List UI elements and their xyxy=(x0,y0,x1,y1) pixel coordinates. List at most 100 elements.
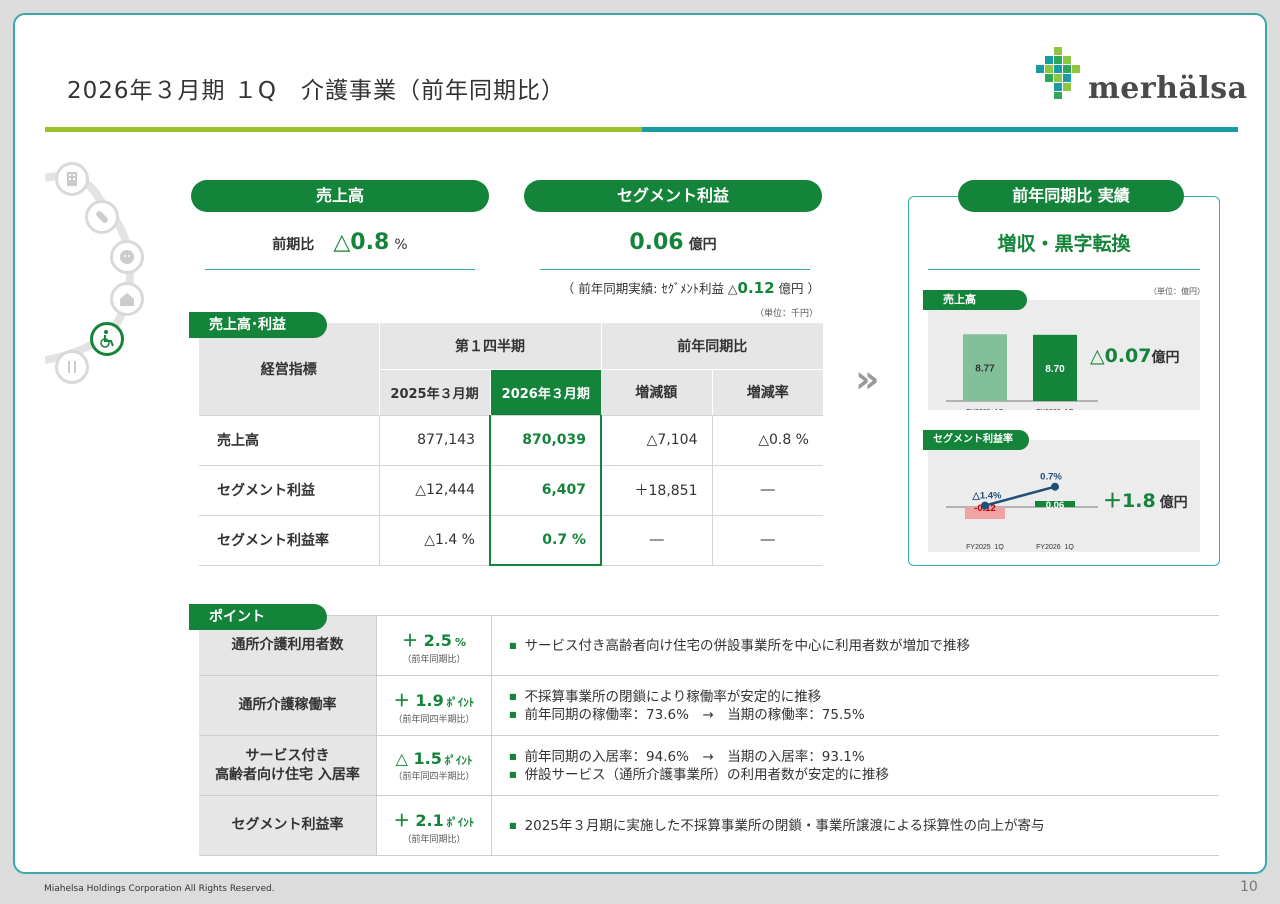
col-2025: 2025年３月期 xyxy=(379,369,491,416)
row-rate: ― xyxy=(711,465,823,516)
table-row: 売上高 877,143 870,039 △7,104 △0.8 % xyxy=(199,415,823,466)
points-tag: ポイント xyxy=(189,604,327,630)
segment-note-pre: （ 前年同期実績: ｾｸﾞﾒﾝﾄ利益 △ xyxy=(561,281,738,296)
results-header: 前年同期比 実績 xyxy=(958,180,1184,212)
chart-line-point xyxy=(1051,482,1059,491)
chart-line-label: △1.4% xyxy=(972,491,1003,502)
col-q1: 第１四半期 xyxy=(379,323,602,370)
col-yoy: 前年同期比 xyxy=(601,323,823,370)
point-texts: 前年同期の入居率：94.6% → 当期の入居率：93.1% 併設サービス（通所介… xyxy=(509,736,890,795)
logo-mark-icon xyxy=(1030,45,1086,101)
segment-note-value: 0.12 xyxy=(737,279,775,297)
results-unit-note: （単位：億円） xyxy=(1149,287,1205,296)
title-underline-teal xyxy=(642,127,1238,132)
row-curr: 6,407 xyxy=(489,465,602,516)
sales-unit: % xyxy=(394,237,408,253)
sales-header: 売上高 xyxy=(191,180,489,212)
table-tag: 売上高･利益 xyxy=(189,312,327,338)
chart-category-label: FY2025_1Q xyxy=(966,409,1004,410)
point-row: 通所介護稼働率 ＋ 1.9ﾎﾟｲﾝﾄ （前年同四半期比） 不採算事業所の閉鎖によ… xyxy=(199,676,1219,736)
results-divider xyxy=(928,269,1200,270)
point-label: サービス付き 高齢者向け住宅 入居率 xyxy=(199,736,377,795)
meal-icon xyxy=(55,350,89,384)
margin-chart: -0.12FY2025_1Q0.06FY2026_1Q△1.4%0.7% xyxy=(946,472,1098,550)
sales-delta-value: △0.07 xyxy=(1090,345,1152,367)
point-text: 2025年３月期に実施した不採算事業所の閉鎖・事業所譲渡による採算性の向上が寄与 xyxy=(509,817,1045,835)
row-diff: ― xyxy=(601,515,712,566)
row-prev: △12,444 xyxy=(378,465,490,516)
side-icon-column xyxy=(45,160,155,384)
point-sub: （前年同四半期比） xyxy=(393,714,475,725)
segment-header: セグメント利益 xyxy=(524,180,822,212)
sales-value: △0.8 xyxy=(333,230,390,255)
table-unit-note: （単位：千円） xyxy=(754,309,818,319)
sales-chart: 8.77 FY2025_1Q 8.70 FY2026_1Q xyxy=(946,334,1098,410)
segment-value: 0.06 xyxy=(629,230,684,255)
sales-delta: △0.07億円 xyxy=(1090,345,1180,367)
row-diff: △7,104 xyxy=(601,415,712,466)
col-2026: 2026年３月期 xyxy=(490,369,601,416)
col-rate: 増減率 xyxy=(712,369,823,416)
pill-icon xyxy=(85,200,119,234)
margin-delta-unit: 億円 xyxy=(1159,495,1188,511)
chart-line-label: 0.7% xyxy=(1040,472,1062,483)
sales-summary: 前期比 △0.8 % xyxy=(205,230,475,255)
point-unit: ﾎﾟｲﾝﾄ xyxy=(444,754,473,767)
chart-category-label: FY2026_1Q xyxy=(1036,409,1074,410)
row-curr: 870,039 xyxy=(489,415,602,466)
row-prev: △1.4 % xyxy=(378,515,490,566)
point-unit: ﾎﾟｲﾝﾄ xyxy=(446,695,475,709)
point-row: サービス付き 高齢者向け住宅 入居率 △ 1.5 ﾎﾟｲﾝﾄ （前年同四半期比） … xyxy=(199,736,1219,796)
sales-divider xyxy=(205,269,475,270)
point-text: 不採算事業所の閉鎖により稼働率が安定的に推移 xyxy=(509,688,865,706)
chart-category-label: FY2026_1Q xyxy=(1036,544,1074,550)
point-unit: % xyxy=(454,635,466,649)
chart-category-label: FY2025_1Q xyxy=(966,544,1004,550)
point-value: ＋ 2.5 xyxy=(402,630,452,650)
table-row: セグメント利益率 △1.4 % 0.7 % ― ― xyxy=(199,515,823,566)
chart-data-label: 8.77 xyxy=(975,364,995,375)
page-number: 10 xyxy=(1240,879,1258,895)
sales-chart-tag: 売上高 xyxy=(923,290,1027,310)
building-icon xyxy=(55,162,89,196)
row-curr: 0.7 % xyxy=(489,515,602,566)
page-title: 2026年３月期 １Q 介護事業（前年同期比） xyxy=(67,78,565,104)
point-row: 通所介護利用者数 ＋ 2.5% （前年同期比） サービス付き高齢者向け住宅の併設… xyxy=(199,616,1219,676)
row-rate: △0.8 % xyxy=(711,415,823,466)
point-texts: サービス付き高齢者向け住宅の併設事業所を中心に利用者数が増加で推移 xyxy=(509,616,971,675)
sales-delta-unit: 億円 xyxy=(1151,350,1180,366)
logo-text: merhälsa xyxy=(1088,71,1248,106)
results-summary: 増収・黒字転換 xyxy=(997,233,1131,255)
point-texts: 不採算事業所の閉鎖により稼働率が安定的に推移 前年同期の稼働率：73.6% → … xyxy=(509,676,865,735)
point-value-cell: ＋ 2.1 ﾎﾟｲﾝﾄ （前年同期比） xyxy=(377,796,492,855)
segment-unit: 億円 xyxy=(688,237,717,253)
row-label: セグメント利益率 xyxy=(199,515,379,566)
segment-divider xyxy=(540,269,810,270)
kpi-table: 経営指標 第１四半期 前年同期比 2025年３月期 2026年３月期 増減額 増… xyxy=(199,323,823,566)
segment-note-post: 億円 ） xyxy=(774,281,820,296)
row-label: セグメント利益 xyxy=(199,465,379,516)
table-row: セグメント利益 △12,444 6,407 ＋18,851 ― xyxy=(199,465,823,516)
point-value-cell: △ 1.5 ﾎﾟｲﾝﾄ （前年同四半期比） xyxy=(377,736,492,795)
slide: 2026年３月期 １Q 介護事業（前年同期比） merhälsa 売上高 前期比… xyxy=(13,13,1267,874)
col-diff: 増減額 xyxy=(601,369,713,416)
wheelchair-icon xyxy=(90,322,124,356)
chart-data-label: 0.06 xyxy=(1046,500,1065,511)
chart-line-point xyxy=(981,501,989,510)
segment-prev-note: （ 前年同期実績: ｾｸﾞﾒﾝﾄ利益 △0.12 億円 ） xyxy=(515,278,820,297)
point-unit: ﾎﾟｲﾝﾄ xyxy=(446,815,475,829)
point-value: ＋ 1.9 xyxy=(393,690,444,710)
point-text: 前年同期の稼働率：73.6% → 当期の稼働率：75.5% xyxy=(509,706,865,724)
margin-delta: ＋1.8 億円 xyxy=(1103,486,1188,513)
sales-prefix: 前期比 xyxy=(272,237,315,253)
point-sub: （前年同期比） xyxy=(402,654,466,665)
margin-delta-value: ＋1.8 xyxy=(1103,490,1156,512)
point-text: 前年同期の入居率：94.6% → 当期の入居率：93.1% xyxy=(509,748,889,766)
chart-data-label: 8.70 xyxy=(1045,364,1065,375)
point-label: 通所介護稼働率 xyxy=(199,676,377,735)
child-icon xyxy=(110,240,144,274)
point-value-cell: ＋ 1.9 ﾎﾟｲﾝﾄ （前年同四半期比） xyxy=(377,676,492,735)
title-underline-green xyxy=(45,127,642,132)
point-value-cell: ＋ 2.5% （前年同期比） xyxy=(377,616,492,675)
point-texts: 2025年３月期に実施した不採算事業所の閉鎖・事業所譲渡による採算性の向上が寄与 xyxy=(509,796,1045,855)
